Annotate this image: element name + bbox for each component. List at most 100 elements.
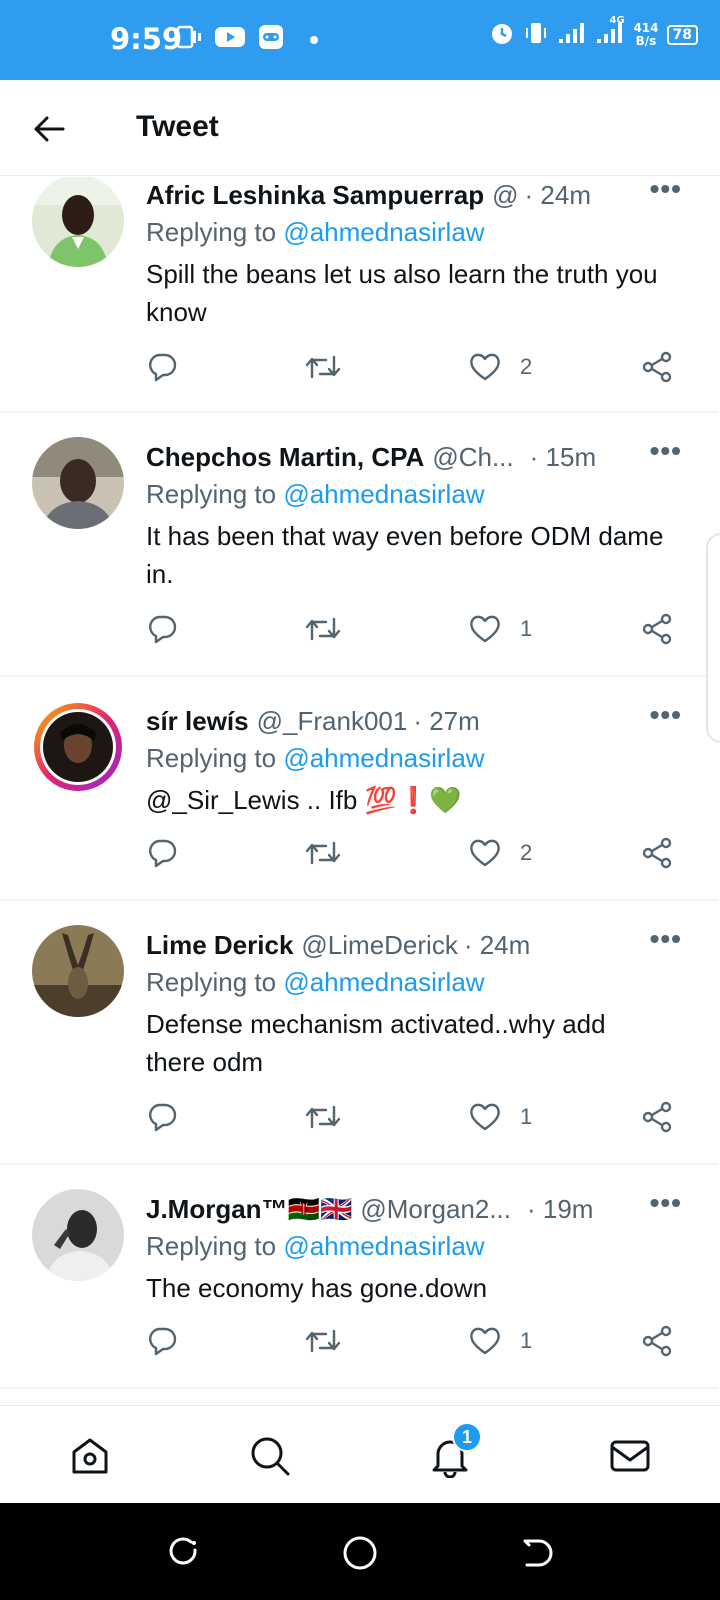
edge-panel-handle[interactable] (706, 533, 720, 743)
tweet-actions: 2 (146, 837, 686, 877)
reply-tweet[interactable]: Afric Leshinka Sampuerrap @ · 24m ••• Re… (0, 177, 718, 413)
retweet-icon (305, 1329, 341, 1353)
heart-icon (470, 353, 500, 381)
tweet-time[interactable]: · 15m (530, 442, 596, 473)
tweet-actions: 1 (146, 1101, 686, 1141)
share-button[interactable] (640, 1101, 674, 1133)
author-name[interactable]: Lime Derick (146, 930, 293, 961)
mention-link[interactable]: @ahmednasirlaw (283, 743, 484, 773)
game-app-icon (258, 24, 284, 55)
tweet-time[interactable]: · 27m (413, 706, 479, 737)
mail-icon (610, 1440, 650, 1472)
avatar[interactable] (32, 701, 124, 793)
reply-button[interactable] (146, 613, 178, 645)
recent-apps-button[interactable] (164, 1533, 204, 1573)
back-gesture-icon (523, 1539, 553, 1567)
author-handle[interactable]: @Ch... (432, 442, 513, 473)
tweet-time[interactable]: · 24m (464, 930, 530, 961)
author-handle[interactable]: @ (492, 180, 518, 211)
back-button[interactable] (28, 108, 70, 150)
notifications-badge: 1 (452, 1422, 482, 1452)
author-name[interactable]: sír lewís (146, 706, 249, 737)
like-button[interactable]: 1 (468, 1101, 532, 1133)
more-options-button[interactable]: ••• (650, 699, 682, 731)
home-system-button[interactable] (340, 1533, 380, 1573)
replying-to: Replying to @ahmednasirlaw (146, 217, 485, 248)
retweet-button[interactable] (304, 1101, 342, 1133)
author-handle[interactable]: @Morgan2... (360, 1194, 511, 1225)
status-time: 9:59 (110, 22, 183, 56)
tweet-text: The economy has gone.down (146, 1273, 488, 1303)
retweet-button[interactable] (304, 351, 342, 383)
reply-button[interactable] (146, 1101, 178, 1133)
reply-button[interactable] (146, 837, 178, 869)
mention-link[interactable]: @ahmednasirlaw (283, 479, 484, 509)
replying-to-label: Replying to (146, 967, 284, 997)
author-name[interactable]: Chepchos Martin, CPA (146, 442, 424, 473)
tweet-text: Spill the beans let us also learn the tr… (146, 259, 658, 327)
like-button[interactable]: 2 (468, 351, 532, 383)
like-button[interactable]: 2 (468, 837, 532, 869)
mention-link[interactable]: @ahmednasirlaw (283, 217, 484, 247)
share-button[interactable] (640, 837, 674, 869)
retweet-button[interactable] (304, 613, 342, 645)
avatar[interactable] (32, 437, 124, 529)
heart-icon (470, 1327, 500, 1355)
network-speed: 414 B/s (633, 22, 658, 48)
reply-button[interactable] (146, 1325, 178, 1357)
share-icon (642, 1325, 672, 1357)
alarm-icon (489, 20, 515, 50)
recent-apps-icon (169, 1537, 197, 1565)
back-system-button[interactable] (516, 1533, 556, 1573)
tweet-time[interactable]: · 19m (527, 1194, 593, 1225)
like-button[interactable]: 1 (468, 1325, 532, 1357)
tweet-text: It has been that way even before ODM dam… (146, 521, 664, 589)
author-handle[interactable]: @_Frank001 (257, 706, 408, 737)
heart-icon (470, 1103, 500, 1131)
more-options-button[interactable]: ••• (650, 177, 682, 205)
reply-tweet[interactable]: J.Morgan™🇰🇪🇬🇧 @Morgan2... · 19m ••• Repl… (0, 1165, 718, 1389)
tweet-actions: 1 (146, 1325, 686, 1365)
mention-link[interactable]: @ahmednasirlaw (283, 1231, 484, 1261)
share-button[interactable] (640, 613, 674, 645)
more-options-button[interactable]: ••• (650, 923, 682, 955)
share-button[interactable] (640, 1325, 674, 1357)
tweet-text: @_Sir_Lewis .. Ifb 💯❗💚 (146, 785, 462, 815)
signal-icon (557, 21, 587, 49)
author-name[interactable]: Afric Leshinka Sampuerrap (146, 180, 484, 211)
mention-link[interactable]: @ahmednasirlaw (283, 967, 484, 997)
reply-icon (149, 1103, 177, 1132)
like-button[interactable]: 1 (468, 613, 532, 645)
replying-to-label: Replying to (146, 479, 284, 509)
screenshot-icon (176, 25, 202, 54)
reply-tweet[interactable]: Lime Derick @LimeDerick · 24m ••• Replyi… (0, 901, 718, 1165)
retweet-button[interactable] (304, 837, 342, 869)
circle-home-icon (343, 1536, 377, 1570)
like-count: 2 (520, 354, 533, 379)
reply-tweet[interactable]: Chepchos Martin, CPA @Ch... · 15m ••• Re… (0, 413, 718, 677)
avatar[interactable] (32, 1189, 124, 1281)
author-handle[interactable]: @LimeDerick (301, 930, 457, 961)
tweet-time[interactable]: · 24m (525, 180, 591, 211)
avatar[interactable] (32, 177, 124, 267)
share-icon (642, 613, 672, 645)
reply-icon (149, 353, 177, 382)
avatar[interactable] (32, 925, 124, 1017)
speed-unit: B/s (635, 34, 657, 48)
like-count: 2 (520, 840, 533, 865)
reply-button[interactable] (146, 351, 178, 383)
arrow-left-icon (34, 116, 65, 142)
vibrate-icon (523, 20, 549, 50)
nav-search-button[interactable] (242, 1428, 298, 1484)
reply-tweet[interactable]: sír lewís @_Frank001 · 27m ••• Replying … (0, 677, 718, 901)
signal-4g-icon: 4G (595, 15, 625, 49)
more-options-button[interactable]: ••• (650, 1187, 682, 1219)
more-options-button[interactable]: ••• (650, 435, 682, 467)
share-button[interactable] (640, 351, 674, 383)
replies-feed[interactable]: Afric Leshinka Sampuerrap @ · 24m ••• Re… (0, 177, 720, 1405)
nav-home-button[interactable] (62, 1428, 118, 1484)
author-name[interactable]: J.Morgan™🇰🇪🇬🇧 (146, 1194, 352, 1225)
retweet-button[interactable] (304, 1325, 342, 1357)
search-icon (251, 1437, 290, 1476)
nav-messages-button[interactable] (602, 1428, 658, 1484)
